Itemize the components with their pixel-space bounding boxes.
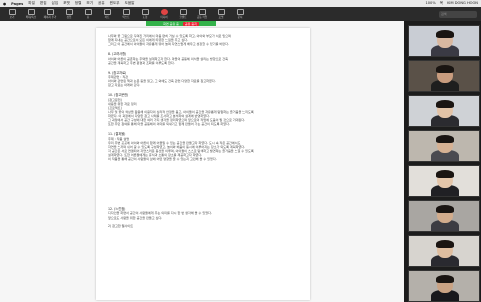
participant-tile[interactable] xyxy=(408,235,480,267)
app-name[interactable]: Pages xyxy=(11,2,23,6)
participant-hair xyxy=(436,170,454,178)
pages-toolbar: 보기 확대/축소 페이지 추가 삽입 표 차트 텍스트 도형 미디어 코멘트 공… xyxy=(0,7,481,21)
menu-share[interactable]: 공유 xyxy=(98,1,105,6)
text-button[interactable]: 텍스트 xyxy=(118,9,134,19)
sidebar-icon xyxy=(8,9,16,15)
participant-tile[interactable] xyxy=(408,200,480,232)
participant-hair xyxy=(436,240,454,248)
view-button[interactable]: 보기 xyxy=(4,9,20,19)
text-line: 참고 자료는 아래와 같다. xyxy=(108,83,141,88)
zoom-icon xyxy=(27,9,35,15)
media-icon xyxy=(160,9,168,15)
menu-format[interactable]: 포맷 xyxy=(63,1,70,6)
shape-icon xyxy=(141,9,149,15)
screen-share-bar[interactable]: 화면 공유 중 공유 중지 xyxy=(146,21,216,26)
participant-tile[interactable] xyxy=(408,25,480,57)
add-page-button[interactable]: 페이지 추가 xyxy=(42,9,58,19)
participant-tile[interactable] xyxy=(408,165,480,197)
blank-space xyxy=(108,161,298,201)
menu-insert[interactable]: 삽입 xyxy=(52,1,59,6)
menu-edit[interactable]: 편집 xyxy=(40,1,47,6)
document-button[interactable]: 문서 xyxy=(232,9,248,19)
text-line: 공간을 계획하고 주변 환경과 조화를 이루도록 한다. xyxy=(108,60,175,65)
collaborate-button[interactable]: 공동 작업 xyxy=(194,9,210,19)
status-area: 100% 목 KIM DONG HOON xyxy=(425,1,478,6)
menu-arrange[interactable]: 정렬 xyxy=(75,1,82,6)
text-line: 그리고 이 공간에서 아이들이 자유롭게 뛰어 놀며 자연스럽게 배우고 성장할… xyxy=(108,42,229,47)
share-status-label: 화면 공유 중 xyxy=(163,21,179,26)
participant-tile[interactable] xyxy=(408,60,480,92)
participant-tile[interactable] xyxy=(408,130,480,162)
participant-hair xyxy=(436,275,454,283)
text-line: 2) 참고한 웹사이트 xyxy=(108,223,134,228)
participant-hair xyxy=(436,100,454,108)
menu-view[interactable]: 보기 xyxy=(86,1,93,6)
stop-share-button[interactable]: 공유 중지 xyxy=(182,21,199,26)
participant-tile[interactable] xyxy=(408,270,480,302)
participant-hair xyxy=(436,65,454,73)
chart-icon xyxy=(103,9,111,15)
mac-menu-bar: ● Pages 파일 편집 삽입 포맷 정렬 보기 공유 윈도우 도움말 100… xyxy=(0,0,481,7)
user-name[interactable]: KIM DONG HOON xyxy=(447,1,478,6)
apple-icon[interactable]: ● xyxy=(3,2,6,6)
participant-hair xyxy=(436,205,454,213)
video-gallery xyxy=(404,21,481,302)
insert-icon xyxy=(65,9,73,15)
document-page[interactable]: 나무와 꽃 그림으로 꾸며진 거리에서 마음 편히 거닐 수 있도록 하고, 아… xyxy=(96,28,310,300)
toolbar-right: 검색 xyxy=(439,10,477,18)
comment-icon xyxy=(179,9,187,15)
comment-button[interactable]: 코멘트 xyxy=(175,9,191,19)
participant-hair xyxy=(436,30,454,38)
document-icon xyxy=(236,9,244,15)
intro-paragraph: 나무와 꽃 그림으로 꾸며진 거리에서 마음 편히 거닐 수 있도록 하고, 아… xyxy=(108,34,298,46)
table-icon xyxy=(84,9,92,15)
menu-file[interactable]: 파일 xyxy=(28,1,35,6)
text-icon xyxy=(122,9,130,15)
format-button[interactable]: 포맷 xyxy=(213,9,229,19)
media-button[interactable]: 미디어 xyxy=(156,9,172,19)
participant-hair xyxy=(436,135,454,143)
menu-window[interactable]: 윈도우 xyxy=(110,1,120,6)
participant-tile[interactable] xyxy=(408,95,480,127)
document-canvas[interactable]: 나무와 꽃 그림으로 꾸며진 거리에서 마음 편히 거닐 수 있도록 하고, 아… xyxy=(0,21,404,302)
clock-day[interactable]: 목 xyxy=(440,1,443,6)
insert-button[interactable]: 삽입 xyxy=(61,9,77,19)
battery-status[interactable]: 100% xyxy=(425,1,435,6)
menu-help[interactable]: 도움말 xyxy=(125,1,135,6)
page-plus-icon xyxy=(46,9,54,15)
shape-button[interactable]: 도형 xyxy=(137,9,153,19)
zoom-button[interactable]: 확대/축소 xyxy=(23,9,39,19)
text-line: 또한 주민 참여를 통해 마을 공동체의 의미를 되새기고 함께 만들어 가는 … xyxy=(108,122,230,127)
brush-icon xyxy=(217,9,225,15)
chart-button[interactable]: 차트 xyxy=(99,9,115,19)
collaborate-icon xyxy=(198,9,206,15)
search-input[interactable]: 검색 xyxy=(439,10,477,18)
table-button[interactable]: 표 xyxy=(80,9,96,19)
